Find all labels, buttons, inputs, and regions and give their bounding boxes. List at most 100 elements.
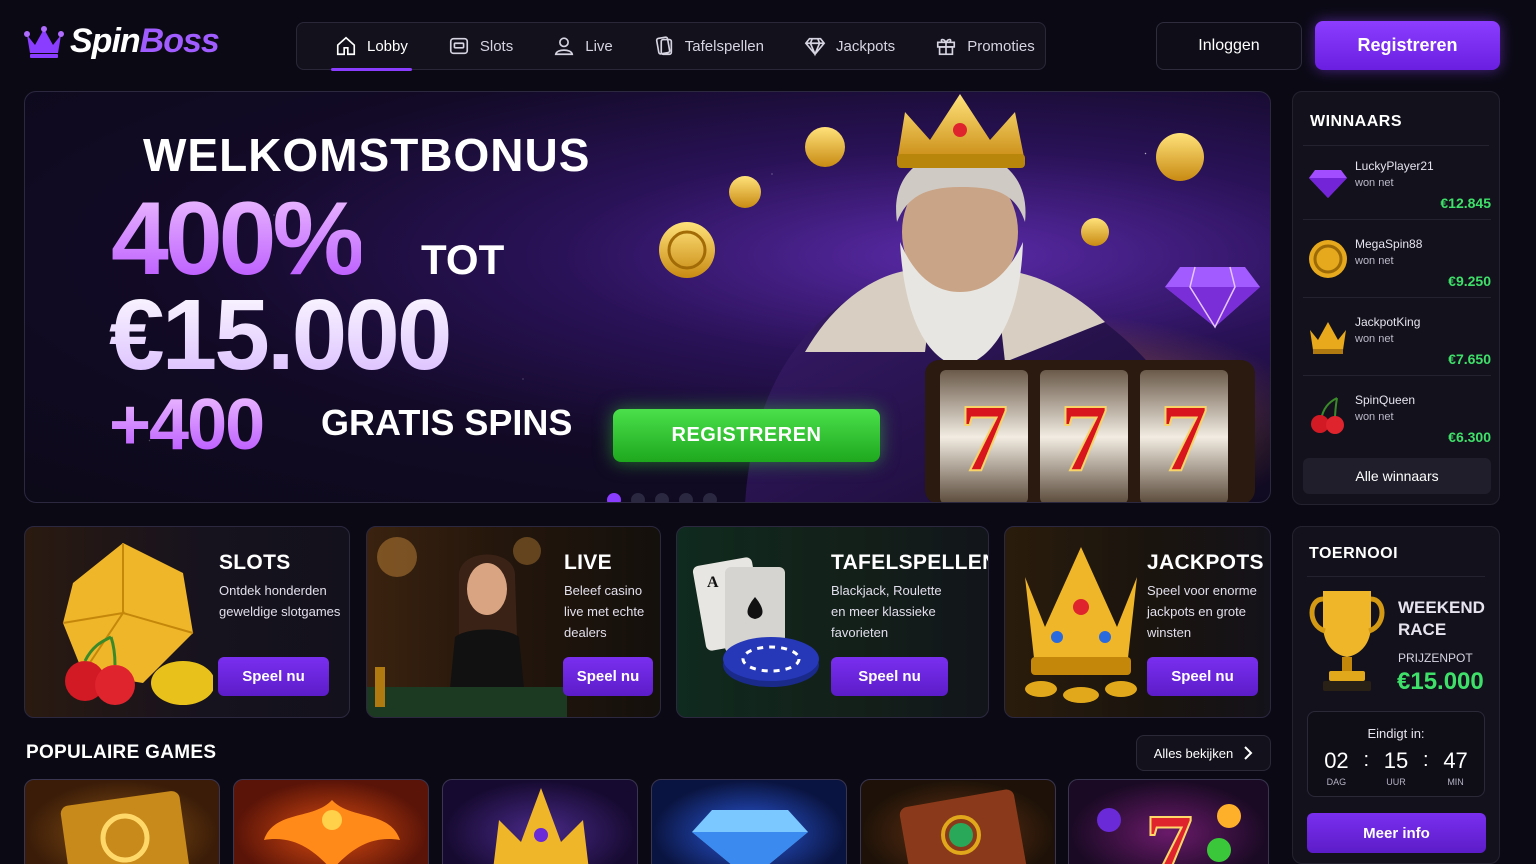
- all-winners-button[interactable]: Alle winnaars: [1303, 458, 1491, 494]
- main-nav: Lobby Slots Live Tafelspellen Jackpots P…: [296, 22, 1046, 71]
- logo[interactable]: SpinBoss: [24, 22, 220, 61]
- game-tile-phoenix[interactable]: [233, 779, 429, 864]
- winner-row: SpinQueen won net €6.300: [1303, 380, 1491, 454]
- tournament-title: TOERNOOI: [1309, 545, 1399, 562]
- category-desc-line: en meer klassieke: [831, 604, 936, 619]
- category-desc-line: Beleef casino: [564, 583, 643, 598]
- gem-icon: [1309, 170, 1347, 198]
- cards-icon: [655, 36, 672, 56]
- countdown-unit-label: MIN: [1447, 777, 1464, 787]
- countdown-digits: 02 DAG : 15 UUR : 47 MIN: [1308, 748, 1484, 787]
- coin-icon: [1309, 240, 1347, 278]
- nav-label: Tafelspellen: [684, 37, 764, 55]
- play-now-button[interactable]: Speel nu: [1147, 657, 1258, 696]
- golden-crown-art: [493, 788, 589, 864]
- game-tile-golden-crown[interactable]: [442, 779, 638, 864]
- slide-dot[interactable]: [631, 493, 645, 502]
- category-title: SLOTS: [219, 551, 291, 574]
- winner-amount: €9.250: [1448, 273, 1491, 289]
- winner-amount: €6.300: [1448, 429, 1491, 445]
- category-desc-line: Ontdek honderden: [219, 583, 327, 598]
- logo-part1: Spin: [70, 22, 141, 60]
- slide-dot[interactable]: [703, 493, 717, 502]
- category-desc-line: geweldige slotgames: [219, 604, 341, 619]
- play-now-button[interactable]: Speel nu: [218, 657, 329, 696]
- fruit-seven-art: 7: [1097, 793, 1241, 864]
- winner-row: JackpotKing won net €7.650: [1303, 302, 1491, 376]
- category-card-live[interactable]: LIVE Beleef casino live met echte dealer…: [366, 526, 661, 718]
- nav-promoties[interactable]: Promoties: [915, 22, 1055, 70]
- hero-register-button[interactable]: REGISTREREN: [613, 409, 880, 462]
- game-tile-blue-diamond[interactable]: [651, 779, 847, 864]
- category-card-tafelspellen[interactable]: A TAFELSPELLEN Blackjack, Roulette en me…: [676, 526, 989, 718]
- register-button[interactable]: Registreren: [1315, 21, 1500, 70]
- nav-jackpots[interactable]: Jackpots: [784, 22, 915, 70]
- view-all-label: Alles bekijken: [1153, 745, 1234, 761]
- hero-welcome: WELKOMSTBONUS: [143, 129, 591, 181]
- gift-icon: [937, 38, 956, 56]
- logo-part2: Boss: [139, 22, 220, 60]
- category-desc-line: favorieten: [831, 625, 889, 640]
- winner-name: SpinQueen: [1355, 393, 1416, 407]
- view-all-button[interactable]: Alles bekijken: [1136, 735, 1271, 771]
- trophy-icon: [1309, 591, 1385, 691]
- tournament-name-line: WEEKEND: [1398, 598, 1485, 617]
- nav-slots[interactable]: Slots: [428, 22, 533, 70]
- slide-dot[interactable]: [607, 493, 621, 502]
- prize-pot-label: PRIJZENPOT: [1398, 651, 1473, 665]
- game-tile-jeweled-book[interactable]: [860, 779, 1056, 864]
- nav-label: Live: [585, 37, 613, 55]
- winner-name: MegaSpin88: [1355, 237, 1423, 251]
- cherry-icon: [1311, 397, 1344, 434]
- nav-lobby[interactable]: Lobby: [315, 22, 428, 71]
- game-tile-golden-book[interactable]: [24, 779, 220, 864]
- winner-won-label: won net: [1355, 411, 1394, 423]
- more-info-button[interactable]: Meer info: [1307, 813, 1486, 853]
- hero-banner[interactable]: 7 7 7 WELKOMSTBONUS 400% TOT €15.000 +40…: [24, 91, 1271, 503]
- winner-won-label: won net: [1355, 255, 1394, 267]
- colon-separator: :: [1363, 749, 1369, 771]
- colon-separator: :: [1423, 749, 1429, 771]
- hero-spins-label: GRATIS SPINS: [321, 402, 573, 443]
- login-button[interactable]: Inloggen: [1156, 22, 1302, 70]
- category-desc: Speel voor enorme jackpots en grote wins…: [1147, 580, 1257, 643]
- slide-dots: [607, 493, 717, 502]
- winner-amount: €12.845: [1440, 195, 1491, 211]
- svg-text:A: A: [707, 574, 719, 591]
- slide-dot[interactable]: [655, 493, 669, 502]
- hero-spins-number: +400: [109, 385, 265, 465]
- category-card-slots[interactable]: SLOTS Ontdek honderden geweldige slotgam…: [24, 526, 350, 718]
- gold-gem-illustration: [62, 543, 213, 705]
- category-desc-line: winsten: [1147, 625, 1192, 640]
- crown-icon: [1310, 322, 1346, 354]
- phoenix-art: [264, 800, 400, 864]
- category-desc-line: live met echte: [564, 604, 645, 619]
- golden-book-art: [60, 791, 191, 864]
- category-card-jackpots[interactable]: JACKPOTS Speel voor enorme jackpots en g…: [1004, 526, 1271, 718]
- play-now-button[interactable]: Speel nu: [563, 657, 653, 696]
- divider: [1307, 576, 1485, 577]
- countdown-timer: Eindigt in: 02 DAG : 15 UUR : 47 MIN: [1307, 711, 1485, 797]
- prize-pot-value: €15.000: [1397, 668, 1484, 695]
- logo-text: SpinBoss: [70, 22, 220, 61]
- hero-amount: €15.000: [109, 279, 452, 391]
- nav-live[interactable]: Live: [533, 22, 633, 70]
- winner-amount: €7.650: [1448, 351, 1491, 367]
- countdown-days: 02 DAG: [1319, 748, 1353, 787]
- nav-tafelspellen[interactable]: Tafelspellen: [633, 22, 784, 70]
- countdown-mins: 47 MIN: [1439, 748, 1473, 787]
- diamond-icon: [804, 37, 826, 57]
- game-tile-fruit-seven[interactable]: 7: [1068, 779, 1269, 864]
- category-desc-line: dealers: [564, 625, 607, 640]
- winner-name: LuckyPlayer21: [1355, 159, 1434, 173]
- tournament-name: WEEKEND RACE: [1398, 597, 1485, 641]
- blue-diamond-art: [692, 810, 808, 864]
- slot-machine-icon: [449, 37, 468, 55]
- ends-label: Eindigt in:: [1367, 726, 1425, 741]
- play-now-button[interactable]: Speel nu: [831, 657, 948, 696]
- category-desc: Blackjack, Roulette en meer klassieke fa…: [831, 580, 942, 643]
- slide-dot[interactable]: [679, 493, 693, 502]
- winners-panel: WINNAARS LuckyPlayer21 won net €12.845 M…: [1292, 91, 1500, 505]
- countdown-unit-label: UUR: [1386, 777, 1406, 787]
- nav-label: Slots: [479, 37, 514, 55]
